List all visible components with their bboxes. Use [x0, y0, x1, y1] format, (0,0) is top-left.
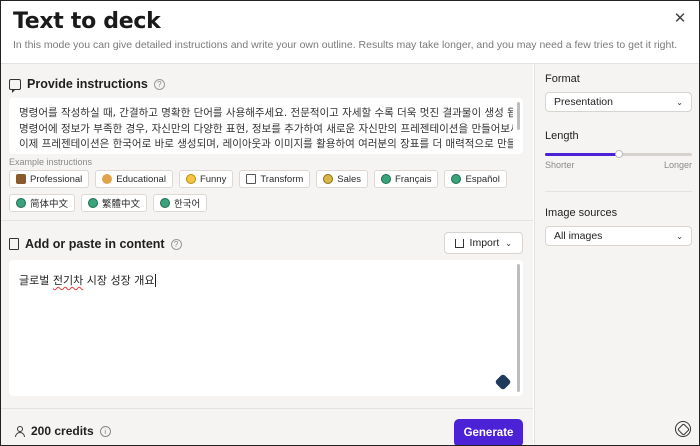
settings-divider [545, 191, 692, 192]
import-label: Import [469, 237, 500, 249]
content-text: 글로벌 전기차 시장 성장 개요 [19, 274, 157, 287]
help-icon[interactable]: ? [170, 238, 182, 250]
coin-icon [323, 174, 334, 184]
content-text-part: 글로벌 [19, 274, 53, 287]
image-sources-value: All images [554, 230, 603, 242]
image-sources-select[interactable]: All images ⌄ [545, 226, 692, 246]
chip-educational[interactable]: Educational [95, 170, 173, 188]
instruction-line: 명령어에 정보가 부족한 경우, 자신만의 다양한 표현, 정보를 추가하여 새… [19, 122, 513, 135]
chip-traditional-chinese[interactable]: 繁體中文 [81, 194, 148, 212]
chip-label: Educational [116, 173, 166, 185]
content-heading-label: Add or paste in content [25, 237, 165, 251]
instructions-heading-label: Provide instructions [27, 77, 148, 91]
instructions-heading: Provide instructions ? [9, 77, 165, 93]
image-sources-label: Image sources [545, 207, 618, 219]
format-value: Presentation [554, 96, 613, 108]
chip-label: 한국어 [174, 199, 201, 210]
dialog-title: Text to deck [13, 9, 161, 34]
settings-panel: Format Presentation ⌄ Length Shorter Lon… [534, 64, 699, 445]
chip-label: Français [395, 173, 432, 185]
chip-label: Español [465, 173, 500, 185]
misspelled-word: 전기차 [52, 274, 84, 287]
text-caret [155, 274, 157, 287]
chip-label: Funny [199, 173, 227, 185]
length-label: Length [545, 130, 579, 142]
globe-icon [16, 198, 26, 208]
text-to-deck-dialog: Text to deck In this mode you can give d… [0, 0, 700, 446]
import-icon [454, 238, 464, 248]
instructions-scrollbar[interactable] [517, 102, 520, 130]
chevron-down-icon: ⌄ [505, 238, 512, 248]
length-max-label: Longer [663, 160, 692, 170]
close-icon[interactable]: ✕ [671, 10, 689, 28]
chevron-down-icon: ⌄ [676, 231, 683, 241]
import-button[interactable]: Import ⌄ [443, 232, 523, 254]
left-panel: Provide instructions ? 명령어를 작성하실 때, 간결하고… [1, 64, 533, 445]
chip-espanol[interactable]: Español [444, 170, 507, 188]
section-divider [1, 220, 533, 221]
chip-label: Professional [30, 173, 83, 185]
globe-icon [451, 174, 462, 184]
instruction-line: 이제 프레젠테이션은 한국어로 바로 생성되며, 레이아웃과 이미지를 활용하여… [19, 138, 513, 150]
document-icon [9, 238, 19, 250]
length-slider-labels: Shorter Longer [545, 160, 692, 170]
openai-icon[interactable] [675, 421, 691, 437]
chevron-down-icon: ⌄ [676, 97, 683, 107]
instruction-line: 명령어를 작성하실 때, 간결하고 명확한 단어를 사용해주세요. 전문적이고 … [19, 107, 513, 119]
length-min-label: Shorter [545, 160, 575, 170]
format-select[interactable]: Presentation ⌄ [545, 92, 692, 112]
teacher-icon [102, 174, 113, 184]
content-scrollbar[interactable] [517, 264, 520, 392]
globe-icon [160, 198, 171, 208]
length-slider[interactable] [545, 150, 692, 158]
credits-label: 200 credits [31, 424, 94, 438]
globe-icon [381, 174, 392, 184]
chip-label: 繁體中文 [102, 199, 141, 210]
chip-funny[interactable]: Funny [178, 170, 234, 188]
example-chips: Professional Educational Funny Transform… [9, 170, 529, 212]
briefcase-icon [16, 174, 26, 184]
document-icon [246, 174, 257, 184]
chip-label: Transform [260, 173, 304, 185]
chip-sales[interactable]: Sales [316, 170, 369, 188]
dialog-subtitle: In this mode you can give detailed instr… [13, 39, 678, 51]
chip-professional[interactable]: Professional [9, 170, 90, 188]
content-heading: Add or paste in content ? [9, 237, 182, 251]
smiley-icon [185, 174, 196, 184]
globe-icon [88, 198, 99, 208]
content-text-part: 시장 성장 개요 [83, 274, 155, 287]
content-input[interactable]: 글로벌 전기차 시장 성장 개요 [9, 260, 523, 396]
info-icon[interactable]: i [99, 425, 111, 437]
chat-icon [9, 78, 21, 93]
help-icon[interactable]: ? [153, 78, 165, 90]
chip-label: 简体中文 [30, 199, 69, 210]
example-instructions-label: Example instructions [9, 157, 93, 167]
chip-transform[interactable]: Transform [239, 170, 311, 188]
format-label: Format [545, 73, 580, 85]
length-slider-thumb[interactable] [615, 150, 623, 158]
chip-francais[interactable]: Français [374, 170, 439, 188]
chip-label: Sales [337, 173, 362, 185]
user-icon [15, 425, 25, 437]
footer-divider [1, 408, 533, 409]
credits-display: 200 credits i [15, 424, 111, 438]
length-slider-fill [545, 153, 619, 156]
generate-button[interactable]: Generate [454, 419, 523, 445]
chip-korean[interactable]: 한국어 [153, 194, 208, 212]
chip-simplified-chinese[interactable]: 简体中文 [9, 194, 76, 212]
instructions-input[interactable]: 명령어를 작성하실 때, 간결하고 명확한 단어를 사용해주세요. 전문적이고 … [9, 98, 523, 154]
grammar-assistant-icon[interactable] [494, 373, 512, 391]
